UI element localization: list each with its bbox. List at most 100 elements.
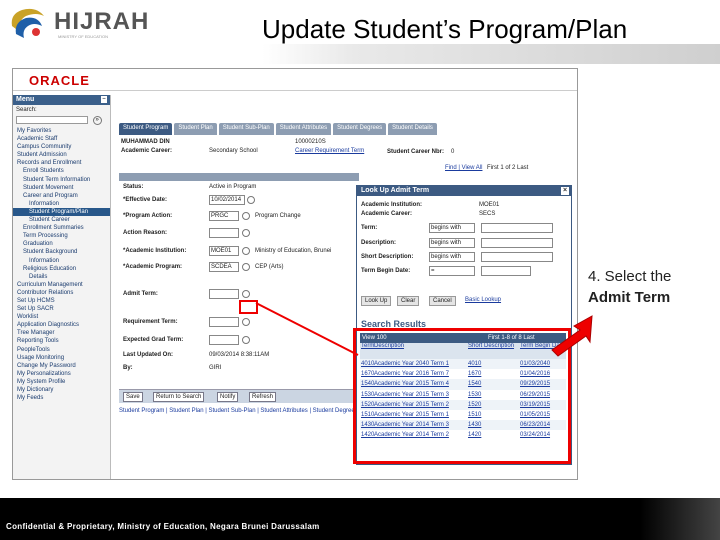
menu-item[interactable]: Academic Staff xyxy=(13,135,110,143)
menu-item[interactable]: Career and Program xyxy=(13,192,110,200)
institution-label: *Academic Institution: xyxy=(123,248,187,254)
find-view-all-link[interactable]: Find | View All xyxy=(445,165,482,171)
basic-lookup-link[interactable]: Basic Lookup xyxy=(465,297,501,303)
menu-item[interactable]: Information xyxy=(13,257,110,265)
menu-item[interactable]: Details xyxy=(13,273,110,281)
begin-date-label: Term Begin Date: xyxy=(361,268,411,274)
tab-student-degrees[interactable]: Student Degrees xyxy=(333,123,387,135)
lookup-icon[interactable] xyxy=(242,247,250,255)
tab-student-sub-plan[interactable]: Student Sub-Plan xyxy=(218,123,274,135)
row-paging: First 1 of 2 Last xyxy=(487,165,529,171)
program-desc: CEP (Arts) xyxy=(255,264,284,270)
menu-item[interactable]: Change My Password xyxy=(13,362,110,370)
page-tabs: Student Program Student Plan Student Sub-P… xyxy=(119,123,437,135)
calendar-icon[interactable] xyxy=(247,196,255,204)
action-input[interactable]: PRGC xyxy=(209,211,239,221)
menu-item[interactable]: Enroll Students xyxy=(13,167,110,175)
menu-item[interactable]: Curriculum Management xyxy=(13,281,110,289)
clear-button[interactable]: Clear xyxy=(397,296,420,306)
program-input[interactable]: SCDEA xyxy=(209,262,239,272)
menu-item[interactable]: Contributor Relations xyxy=(13,289,110,297)
admit-term-lookup-icon[interactable] xyxy=(242,290,250,298)
menu-item[interactable]: My Favorites xyxy=(13,127,110,135)
menu-item[interactable]: Application Diagnostics xyxy=(13,321,110,329)
tab-student-program[interactable]: Student Program xyxy=(119,123,173,135)
menu-item[interactable]: Tree Manager xyxy=(13,329,110,337)
menu-item[interactable]: PeopleTools xyxy=(13,346,110,354)
begin-operator-select[interactable]: = xyxy=(429,266,475,276)
career-req-term-link[interactable]: Career Requirement Term xyxy=(295,148,364,154)
lookup-icon[interactable] xyxy=(242,212,250,220)
career-nbr-label: Student Career Nbr: xyxy=(387,149,445,155)
begin-date-input[interactable] xyxy=(481,266,531,276)
sdesc-operator-select[interactable]: begins with xyxy=(429,252,475,262)
minimize-icon[interactable]: – xyxy=(101,96,107,103)
sdesc-input[interactable] xyxy=(481,252,553,262)
menu-item[interactable]: My System Profile xyxy=(13,378,110,386)
menu-item[interactable]: My Feeds xyxy=(13,394,110,402)
menu-item[interactable]: Student Term Information xyxy=(13,176,110,184)
term-operator-select[interactable]: begins with xyxy=(429,223,475,233)
sdesc-label: Short Description: xyxy=(361,254,414,260)
term-label: Term: xyxy=(361,225,378,231)
menu-item[interactable]: Campus Community xyxy=(13,143,110,151)
menu-item[interactable]: Information xyxy=(13,200,110,208)
req-term-label: Requirement Term: xyxy=(123,319,178,325)
lookup-icon[interactable] xyxy=(242,229,250,237)
navigation-menu: Menu – Search: » My Favorites Academic St… xyxy=(13,95,111,479)
by-value: GIRI xyxy=(209,365,222,371)
menu-header: Menu – xyxy=(13,95,110,105)
exp-grad-input[interactable] xyxy=(209,335,239,345)
menu-item[interactable]: Graduation xyxy=(13,240,110,248)
institution-input[interactable]: MOE01 xyxy=(209,246,239,256)
menu-item[interactable]: Student Admission xyxy=(13,151,110,159)
admit-term-input[interactable] xyxy=(209,289,239,299)
menu-item[interactable]: Term Processing xyxy=(13,232,110,240)
save-button[interactable]: Save xyxy=(123,392,143,402)
menu-item[interactable]: Records and Enrollment xyxy=(13,159,110,167)
menu-search-input[interactable] xyxy=(16,116,88,124)
by-label: By: xyxy=(123,365,133,371)
menu-item[interactable]: Reporting Tools xyxy=(13,337,110,345)
cancel-button[interactable]: Cancel xyxy=(429,296,456,306)
updated-label: Last Updated On: xyxy=(123,352,174,358)
menu-item[interactable]: Student Background xyxy=(13,248,110,256)
menu-item[interactable]: My Personalizations xyxy=(13,370,110,378)
oracle-logo: ORACLE xyxy=(29,73,90,88)
menu-item[interactable]: Enrollment Summaries xyxy=(13,224,110,232)
lookup-icon[interactable] xyxy=(242,263,250,271)
institution-desc: Ministry of Education, Brunei xyxy=(255,248,332,254)
menu-item[interactable]: Set Up HCMS xyxy=(13,297,110,305)
close-icon[interactable]: × xyxy=(561,187,569,195)
tab-student-attributes[interactable]: Student Attributes xyxy=(275,123,332,135)
menu-item[interactable]: Religious Education xyxy=(13,265,110,273)
menu-item[interactable]: Set Up SACR xyxy=(13,305,110,313)
menu-item[interactable]: Worklist xyxy=(13,313,110,321)
student-id: 10000210S xyxy=(295,139,326,145)
desc-input[interactable] xyxy=(481,238,553,248)
effdate-input[interactable]: 10/02/2014 xyxy=(209,195,245,205)
refresh-button[interactable]: Refresh xyxy=(249,392,277,402)
instruction-callout: 4. Select the Admit Term xyxy=(588,266,671,308)
menu-item[interactable]: My Dictionary xyxy=(13,386,110,394)
results-highlight xyxy=(353,328,571,464)
req-term-input[interactable] xyxy=(209,317,239,327)
tab-student-details[interactable]: Student Details xyxy=(388,123,437,135)
menu-item[interactable]: Usage Monitoring xyxy=(13,354,110,362)
return-to-search-button[interactable]: Return to Search xyxy=(153,392,205,402)
student-name: MUHAMMAD DIN xyxy=(121,139,170,145)
slide-footer: Confidential & Proprietary, Ministry of … xyxy=(0,498,720,540)
menu-item[interactable]: Student Program/Plan xyxy=(13,207,110,217)
tab-student-plan[interactable]: Student Plan xyxy=(174,123,217,135)
menu-item[interactable]: Student Career xyxy=(13,216,110,224)
dialog-titlebar: Look Up Admit Term × xyxy=(357,186,571,196)
menu-item[interactable]: Student Movement xyxy=(13,184,110,192)
reason-input[interactable] xyxy=(209,228,239,238)
term-input[interactable] xyxy=(481,223,553,233)
callout-line2: Admit Term xyxy=(588,289,671,306)
notify-button[interactable]: Notify xyxy=(217,392,239,402)
desc-operator-select[interactable]: begins with xyxy=(429,238,475,248)
status-label: Status: xyxy=(123,184,144,190)
go-arrow-icon[interactable]: » xyxy=(92,116,102,125)
action-toolbar: Save Return to Search Notify Refresh xyxy=(119,389,359,403)
